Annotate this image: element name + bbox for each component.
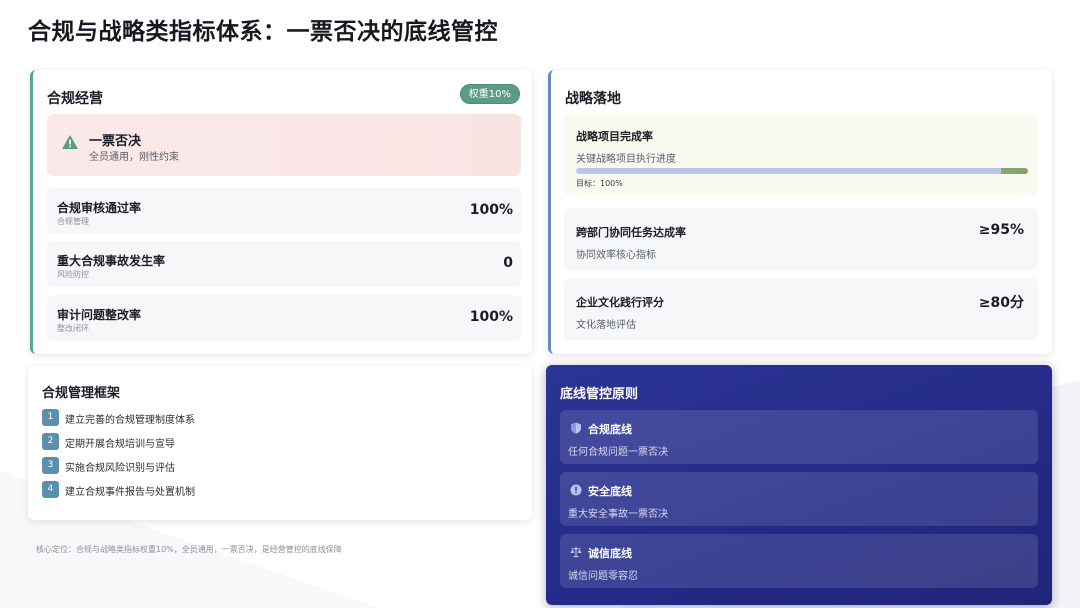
strategy-metric-row: 企业文化践行评分 文化落地评估 ≥80分 xyxy=(564,278,1038,340)
weight-badge: 权重10% xyxy=(459,84,520,104)
metric-value: ≥95% xyxy=(978,222,1024,238)
principle-desc: 任何合规问题一票否决 xyxy=(568,447,668,458)
metric-name: 重大合规事故发生率 xyxy=(57,254,166,268)
goal-subtitle: 关键战略项目执行进度 xyxy=(576,154,676,165)
scale-icon xyxy=(570,547,582,558)
goal-target: 目标：100% xyxy=(576,179,623,188)
framework-card: 合规管理框架 1 建立完善的合规管理制度体系 2 定期开展合规培训与宣导 3 实… xyxy=(28,366,532,520)
page-title: 合规与战略类指标体系：一票否决的底线管控 xyxy=(28,19,498,45)
item-text: 建立完善的合规管理制度体系 xyxy=(65,415,195,426)
veto-title: 一票否决 xyxy=(89,134,142,149)
metric-sub: 协同效率核心指标 xyxy=(576,250,656,261)
strategy-metric-row: 跨部门协同任务达成率 协同效率核心指标 ≥95% xyxy=(564,208,1038,270)
item-number: 2 xyxy=(42,433,59,450)
metric-name: 企业文化践行评分 xyxy=(576,296,664,309)
alert-circle-icon xyxy=(570,484,582,496)
principle-item: 合规底线 任何合规问题一票否决 xyxy=(560,410,1038,464)
compliance-card: 合规经营 权重10% 一票否决 全员通用，刚性约束 合规审核通过率 合规管理 1… xyxy=(30,70,532,354)
item-number: 1 xyxy=(42,409,59,426)
framework-title: 合规管理框架 xyxy=(42,386,121,401)
metric-sub: 整改闭环 xyxy=(57,324,89,333)
metric-row: 审计问题整改率 整改闭环 100% xyxy=(47,295,521,341)
principle-name: 安全底线 xyxy=(588,485,632,498)
principles-title: 底线管控原则 xyxy=(560,387,639,402)
item-text: 定期开展合规培训与宣导 xyxy=(65,439,175,450)
goal-progress-fill xyxy=(576,168,1028,174)
principle-name: 诚信底线 xyxy=(588,547,632,560)
principle-name: 合规底线 xyxy=(588,423,632,436)
metric-sub: 风险防控 xyxy=(57,270,89,279)
strategy-title: 战略落地 xyxy=(565,91,621,107)
shield-icon xyxy=(571,422,581,434)
principles-card: 底线管控原则 合规底线 任何合规问题一票否决 安全底线 重大安全事故一票否决 诚… xyxy=(546,365,1052,605)
core-note: 核心定位：合规与战略类指标权重10%，全员通用，一票否决，是经营管控的底线保障 xyxy=(36,545,342,554)
metric-row: 重大合规事故发生率 风险防控 0 xyxy=(47,241,521,287)
metric-name: 跨部门协同任务达成率 xyxy=(576,226,686,239)
metric-sub: 合规管理 xyxy=(57,217,89,226)
metric-name: 合规审核通过率 xyxy=(57,201,142,215)
item-text: 建立合规事件报告与处置机制 xyxy=(65,487,195,498)
warning-triangle-icon xyxy=(62,135,78,149)
veto-box: 一票否决 全员通用，刚性约束 xyxy=(47,114,521,176)
metric-name: 审计问题整改率 xyxy=(57,308,142,322)
metric-row: 合规审核通过率 合规管理 100% xyxy=(47,188,521,234)
veto-subtitle: 全员通用，刚性约束 xyxy=(89,152,179,163)
metric-value: 100% xyxy=(469,309,513,325)
principle-desc: 重大安全事故一票否决 xyxy=(568,509,668,520)
item-number: 3 xyxy=(42,457,59,474)
goal-title: 战略项目完成率 xyxy=(576,130,653,143)
metric-value: 100% xyxy=(469,202,513,218)
metric-value: 0 xyxy=(503,255,513,271)
compliance-title: 合规经营 xyxy=(47,91,103,107)
metric-sub: 文化落地评估 xyxy=(576,320,636,331)
item-text: 实施合规风险识别与评估 xyxy=(65,463,175,474)
principle-desc: 诚信问题零容忍 xyxy=(568,571,638,582)
strategy-card: 战略落地 战略项目完成率 关键战略项目执行进度 目标：100% 跨部门协同任务达… xyxy=(548,70,1052,354)
goal-progress-bar xyxy=(576,168,1028,174)
item-number: 4 xyxy=(42,481,59,498)
principle-item: 诚信底线 诚信问题零容忍 xyxy=(560,534,1038,588)
metric-value: ≥80分 xyxy=(978,295,1024,311)
principle-item: 安全底线 重大安全事故一票否决 xyxy=(560,472,1038,526)
goal-box: 战略项目完成率 关键战略项目执行进度 目标：100% xyxy=(564,114,1038,196)
